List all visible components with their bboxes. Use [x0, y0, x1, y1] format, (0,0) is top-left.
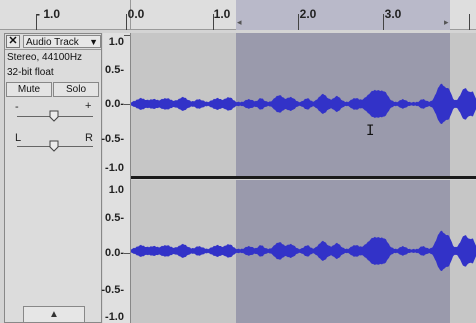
- pan-left-label: L: [15, 132, 22, 144]
- channel-separator: [131, 176, 476, 179]
- collapse-track-button[interactable]: ▲: [23, 306, 85, 323]
- timeline-ruler[interactable]: - 1.0 0.0 1.0 2.0 3.0 ◂ ▸: [0, 0, 476, 30]
- tick-mark: [126, 14, 127, 30]
- track-name-label: Audio Track: [26, 37, 79, 48]
- ibeam-cursor-icon: I: [366, 123, 375, 139]
- track-name-menu[interactable]: Audio Track ▼: [23, 35, 101, 48]
- tick-mark: [36, 14, 37, 30]
- gain-slider-thumb[interactable]: [49, 110, 59, 122]
- amp-label: 1.0: [108, 184, 124, 196]
- tick-3: 3.0: [384, 7, 402, 21]
- waveform-area[interactable]: I: [131, 33, 476, 323]
- amp-tick: [124, 104, 130, 105]
- waveform-left: [131, 83, 476, 124]
- ruler-selection: [236, 0, 450, 30]
- tick-mark: [298, 14, 299, 30]
- waveform-right: [131, 230, 476, 271]
- solo-button[interactable]: Solo: [53, 82, 99, 97]
- mute-button[interactable]: Mute: [6, 82, 52, 97]
- amp-label: 0.0-: [105, 247, 124, 259]
- amp-label: 0.5-: [105, 212, 124, 224]
- tick-0: 0.0: [127, 7, 145, 21]
- right-channel[interactable]: [131, 180, 476, 323]
- selection-end-arrow[interactable]: ▸: [444, 17, 449, 28]
- track-header: ✕ Audio Track ▼: [5, 34, 101, 50]
- track-format: Stereo, 44100Hz: [7, 52, 83, 63]
- tick-mark: [213, 14, 214, 30]
- tick-mark: [469, 14, 470, 30]
- amp-tick: [124, 253, 130, 254]
- track-control-panel: ✕ Audio Track ▼ Stereo, 44100Hz 32-bit f…: [4, 33, 102, 323]
- amp-label: -0.5-: [101, 133, 124, 145]
- tick-mark: [383, 14, 384, 30]
- amplitude-ruler: 1.0 0.5- 0.0- -0.5- -1.0 1.0 0.5- 0.0- -…: [101, 33, 131, 323]
- track-bit-depth: 32-bit float: [7, 67, 54, 78]
- amp-label: 0.0-: [105, 98, 124, 110]
- gain-plus-label: +: [85, 100, 92, 112]
- amp-label: -1.0: [105, 311, 124, 323]
- amp-label: -0.5-: [101, 284, 124, 296]
- selection-start-arrow[interactable]: ◂: [237, 17, 242, 28]
- left-channel[interactable]: [131, 33, 476, 176]
- chevron-down-icon: ▼: [89, 37, 98, 47]
- close-track-button[interactable]: ✕: [6, 35, 20, 48]
- amp-label: -1.0: [105, 162, 124, 174]
- pan-right-label: R: [85, 132, 93, 144]
- pan-slider-thumb[interactable]: [49, 140, 59, 152]
- tick-2: 2.0: [299, 7, 317, 21]
- tick-minus-1: - 1.0: [35, 7, 61, 21]
- gain-minus-label: -: [15, 101, 19, 113]
- tick-1: 1.0: [213, 7, 231, 21]
- amp-tick: [124, 35, 130, 36]
- amp-label: 1.0: [108, 36, 124, 48]
- amp-label: 0.5-: [105, 64, 124, 76]
